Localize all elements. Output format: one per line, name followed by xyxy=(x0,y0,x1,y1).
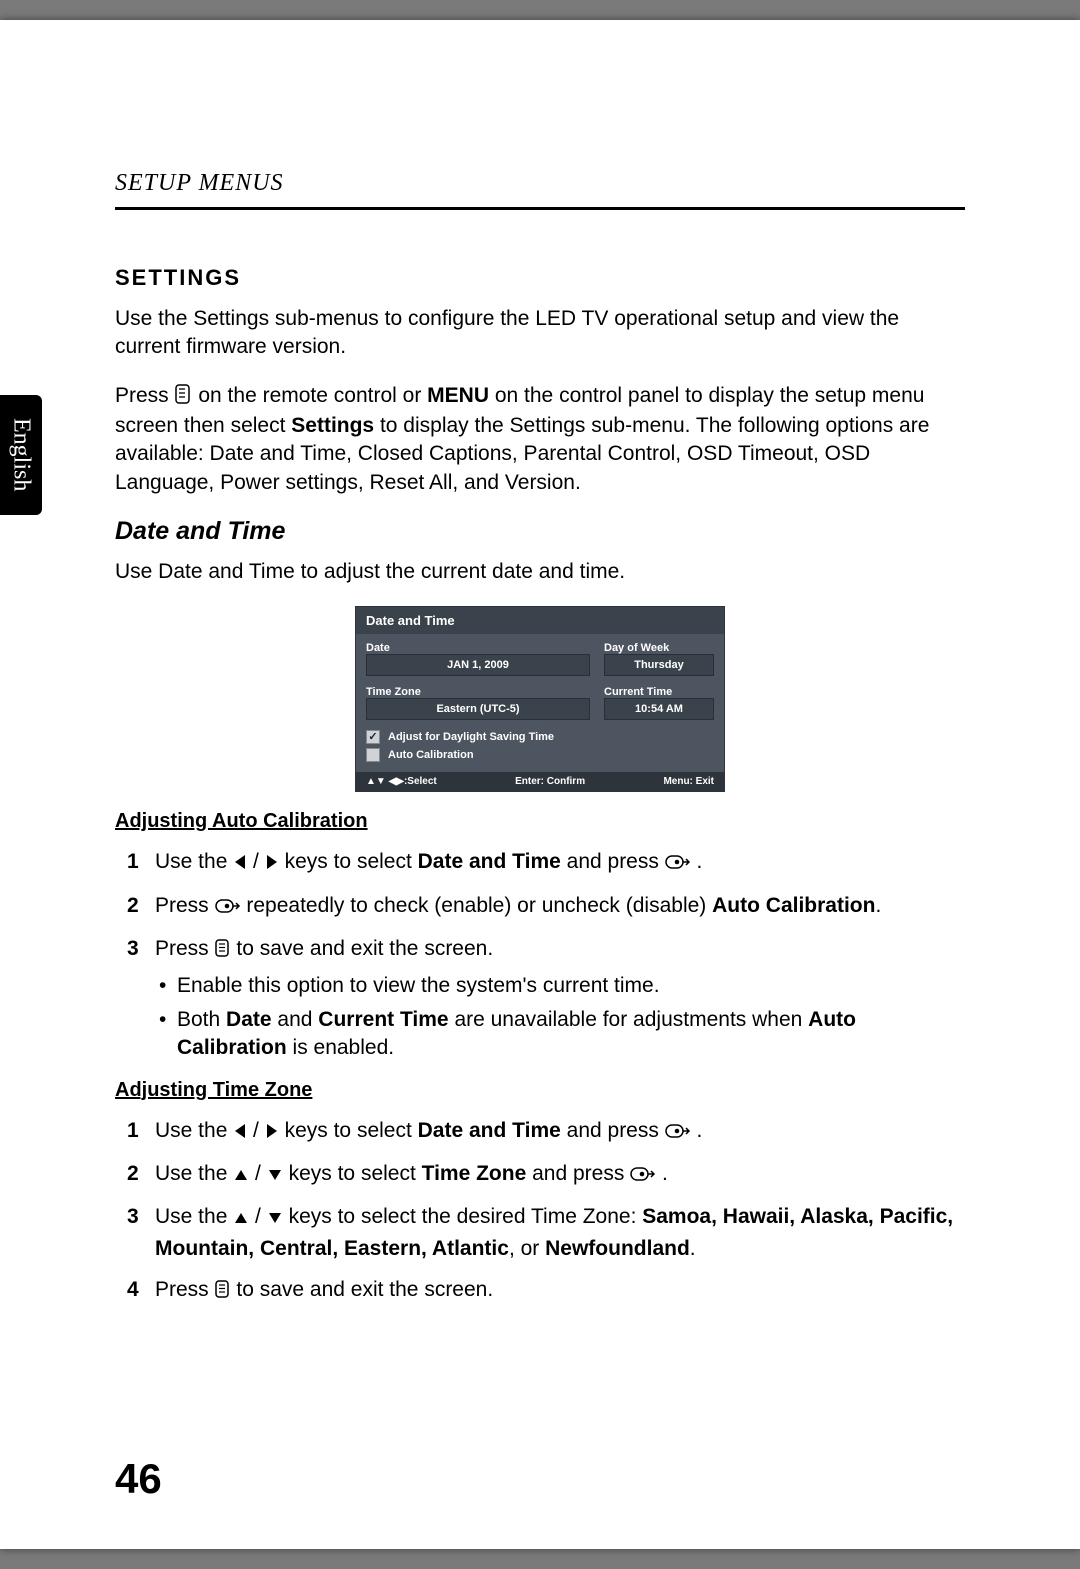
osd-body: Date Day of Week JAN 1, 2009 Thursday Ti… xyxy=(356,634,724,772)
text: Both xyxy=(177,1008,226,1031)
tz-steps: 1 Use the / keys to select Date and Time… xyxy=(127,1116,965,1307)
right-arrow-icon xyxy=(265,849,279,878)
text: and press xyxy=(532,1162,630,1185)
date-time-heading: Date and Time xyxy=(115,517,965,546)
checkbox-checked-icon: ✓ xyxy=(366,730,380,744)
date-time-intro: Use Date and Time to adjust the current … xyxy=(115,558,965,586)
text: . xyxy=(875,894,881,917)
text: Press xyxy=(155,894,215,917)
settings-label: Settings xyxy=(291,414,374,437)
enter-icon xyxy=(630,1161,656,1190)
enter-icon xyxy=(665,849,691,878)
osd-title: Date and Time xyxy=(356,607,724,634)
osd-footer-confirm: Enter: Confirm xyxy=(515,776,585,787)
menu-icon xyxy=(175,384,193,412)
osd-tz-value: Eastern (UTC-5) xyxy=(366,698,590,720)
text: Press xyxy=(155,1278,215,1301)
osd-dst-label: Adjust for Daylight Saving Time xyxy=(388,731,554,743)
osd-date-value: JAN 1, 2009 xyxy=(366,654,590,676)
menu-icon xyxy=(215,1277,231,1306)
step-4: 4 Press to save and exit the screen. xyxy=(127,1275,965,1306)
menu-icon xyxy=(215,936,231,965)
osd-footer-select: ▲▼ ◀▶:Select xyxy=(366,776,437,787)
step-3: 3 Use the / keys to select the desired T… xyxy=(127,1202,965,1263)
osd-screenshot: Date and Time Date Day of Week JAN 1, 20… xyxy=(355,606,725,792)
page-number: 46 xyxy=(115,1455,162,1503)
text: Use the xyxy=(155,850,233,873)
language-tab: English xyxy=(0,395,42,515)
osd-footer-exit: Menu: Exit xyxy=(663,776,714,787)
osd-ct-label: Current Time xyxy=(604,686,714,698)
adj-auto-cal-heading: Adjusting Auto Calibration xyxy=(115,810,965,833)
text: . xyxy=(690,1237,696,1260)
text: to save and exit the screen. xyxy=(236,937,493,960)
text: repeatedly to check (enable) or uncheck … xyxy=(246,894,712,917)
bold: Date and Time xyxy=(418,850,561,873)
text: Use the xyxy=(155,1162,233,1185)
bold: Auto Calibration xyxy=(712,894,875,917)
text: Press xyxy=(115,384,175,407)
text: and press xyxy=(567,1119,665,1142)
text: , or xyxy=(509,1237,545,1260)
osd-dst-row: ✓ Adjust for Daylight Saving Time xyxy=(366,730,714,744)
text: keys to select xyxy=(289,1162,422,1185)
step-2: 2 Use the / keys to select Time Zone and… xyxy=(127,1159,965,1190)
text: to save and exit the screen. xyxy=(236,1278,493,1301)
up-arrow-icon xyxy=(233,1161,249,1190)
menu-label: MENU xyxy=(427,384,489,407)
text: keys to select xyxy=(285,850,418,873)
manual-page: English SETUP MENUS SETTINGS Use the Set… xyxy=(0,20,1080,1549)
bold: Date and Time xyxy=(418,1119,561,1142)
bullet-1: Enable this option to view the system's … xyxy=(155,972,965,1000)
osd-ct-value: 10:54 AM xyxy=(604,698,714,720)
checkbox-unchecked-icon xyxy=(366,748,380,762)
osd-footer: ▲▼ ◀▶:Select Enter: Confirm Menu: Exit xyxy=(356,772,724,791)
osd-tz-label: Time Zone xyxy=(366,686,590,698)
bold: Time Zone xyxy=(422,1162,527,1185)
sub-bullets: Enable this option to view the system's … xyxy=(155,972,965,1063)
text: keys to select xyxy=(285,1119,418,1142)
left-arrow-icon xyxy=(233,849,247,878)
bold: Date xyxy=(226,1008,272,1031)
settings-intro: Use the Settings sub-menus to configure … xyxy=(115,305,965,362)
text: Press xyxy=(155,937,215,960)
osd-dow-value: Thursday xyxy=(604,654,714,676)
osd-autocal-row: Auto Calibration xyxy=(366,748,714,762)
bullet-2: Both Date and Current Time are unavailab… xyxy=(155,1006,965,1063)
auto-cal-steps: 1 Use the / keys to select Date and Time… xyxy=(127,847,965,1062)
enter-icon xyxy=(665,1118,691,1147)
text: is enabled. xyxy=(287,1036,394,1059)
step-2: 2 Press repeatedly to check (enable) or … xyxy=(127,891,965,922)
text: . xyxy=(697,850,703,873)
text: and press xyxy=(567,850,665,873)
bold: Current Time xyxy=(318,1008,448,1031)
text: are unavailable for adjustments when xyxy=(449,1008,809,1031)
step-1: 1 Use the / keys to select Date and Time… xyxy=(127,1116,965,1147)
up-arrow-icon xyxy=(233,1204,249,1233)
text: . xyxy=(662,1162,668,1185)
header-rule xyxy=(115,207,965,210)
text: on the remote control or xyxy=(198,384,427,407)
osd-date-label: Date xyxy=(366,642,590,654)
osd-dow-label: Day of Week xyxy=(604,642,714,654)
text: and xyxy=(272,1008,319,1031)
enter-icon xyxy=(215,893,241,922)
text: Use the xyxy=(155,1119,233,1142)
step-3: 3 Press to save and exit the screen. Ena… xyxy=(127,934,965,1062)
section-header: SETUP MENUS xyxy=(115,170,965,197)
text: keys to select the desired Time Zone: xyxy=(289,1205,643,1228)
right-arrow-icon xyxy=(265,1118,279,1147)
osd-autocal-label: Auto Calibration xyxy=(388,749,474,761)
down-arrow-icon xyxy=(267,1161,283,1190)
settings-press: Press on the remote control or MENU on t… xyxy=(115,382,965,497)
adj-tz-heading: Adjusting Time Zone xyxy=(115,1079,965,1102)
down-arrow-icon xyxy=(267,1204,283,1233)
settings-heading: SETTINGS xyxy=(115,265,965,291)
text: . xyxy=(697,1119,703,1142)
text: Use the xyxy=(155,1205,233,1228)
step-1: 1 Use the / keys to select Date and Time… xyxy=(127,847,965,878)
left-arrow-icon xyxy=(233,1118,247,1147)
bold: Newfoundland xyxy=(545,1237,690,1260)
